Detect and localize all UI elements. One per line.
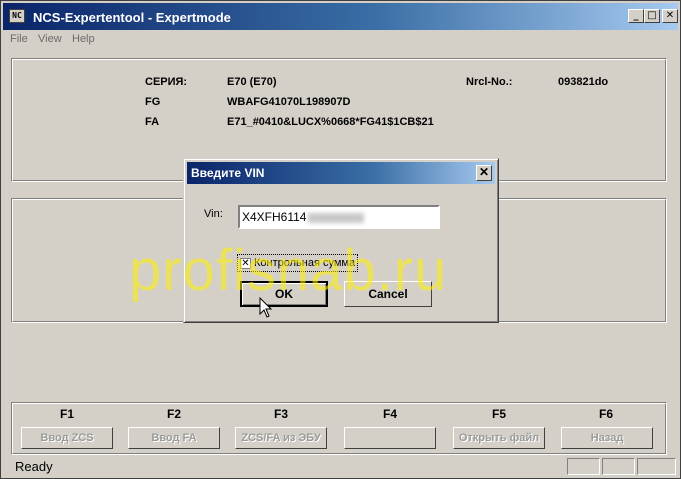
menu-view[interactable]: View [38, 33, 62, 45]
vin-label: Vin: [204, 208, 223, 220]
cancel-button[interactable]: Cancel [344, 281, 432, 307]
maximize-button[interactable]: □ [644, 9, 660, 23]
dialog-title-bar[interactable]: Введите VIN ✕ [187, 162, 495, 184]
close-button[interactable]: ✕ [662, 9, 678, 23]
menu-bar: File View Help [3, 31, 678, 49]
fkey-f5: F5 [491, 407, 506, 421]
menu-help[interactable]: Help [72, 33, 95, 45]
series-label: СЕРИЯ: [145, 76, 188, 88]
nrcl-value: 093821do [558, 76, 609, 88]
status-cell [602, 458, 635, 475]
vin-value: X4XFH6114 [242, 210, 307, 224]
title-bar[interactable]: NC NCS-Expertentool - Expertmode _ □ ✕ [3, 3, 678, 30]
window-title: NCS-Expertentool - Expertmode [33, 10, 231, 25]
minimize-button[interactable]: _ [628, 9, 644, 23]
status-text: Ready [15, 459, 53, 474]
vin-dialog: Введите VIN ✕ Vin: X4XFH6114 ✕ Контрольн… [183, 158, 499, 323]
dialog-close-button[interactable]: ✕ [476, 165, 492, 181]
fkey-f1: F1 [59, 407, 74, 421]
status-cell [637, 458, 676, 475]
enter-fa-button[interactable]: Ввод FA [128, 427, 220, 449]
main-window: NC NCS-Expertentool - Expertmode _ □ ✕ F… [0, 0, 681, 479]
ok-button[interactable]: OK [240, 281, 328, 307]
zcs-fa-from-ecu-button[interactable]: ZCS/FA из ЭБУ [235, 427, 327, 449]
open-file-button[interactable]: Открыть файл [453, 427, 545, 449]
nrcl-label: Nrcl-No.: [466, 76, 513, 88]
fkey-f3: F3 [273, 407, 288, 421]
vin-input[interactable]: X4XFH6114 [238, 205, 440, 229]
fkey-f2: F2 [166, 407, 181, 421]
vin-redacted [308, 212, 365, 223]
fa-label: FA [145, 116, 160, 128]
mouse-pointer-icon [259, 297, 273, 318]
status-cell [567, 458, 600, 475]
checksum-checkbox[interactable]: ✕ Контрольная сумма [236, 254, 359, 272]
fg-label: FG [145, 96, 161, 108]
dialog-title: Введите VIN [191, 166, 265, 180]
series-value: E70 (E70) [227, 76, 277, 88]
checkbox-checked-icon[interactable]: ✕ [240, 257, 251, 269]
back-button[interactable]: Назад [561, 427, 653, 449]
enter-zcs-button[interactable]: Ввод ZCS [21, 427, 113, 449]
fkey-f4: F4 [382, 407, 397, 421]
app-icon[interactable]: NC [9, 9, 25, 23]
checksum-label: Контрольная сумма [254, 257, 356, 269]
f4-button[interactable] [344, 427, 436, 449]
fa-value: E71_#0410&LUCX%0668*FG41$1CB$21 [227, 116, 434, 128]
menu-file[interactable]: File [10, 33, 28, 45]
fg-value: WBAFG41070L198907D [227, 96, 351, 108]
status-bar: Ready [3, 457, 678, 477]
fkey-f6: F6 [598, 407, 613, 421]
